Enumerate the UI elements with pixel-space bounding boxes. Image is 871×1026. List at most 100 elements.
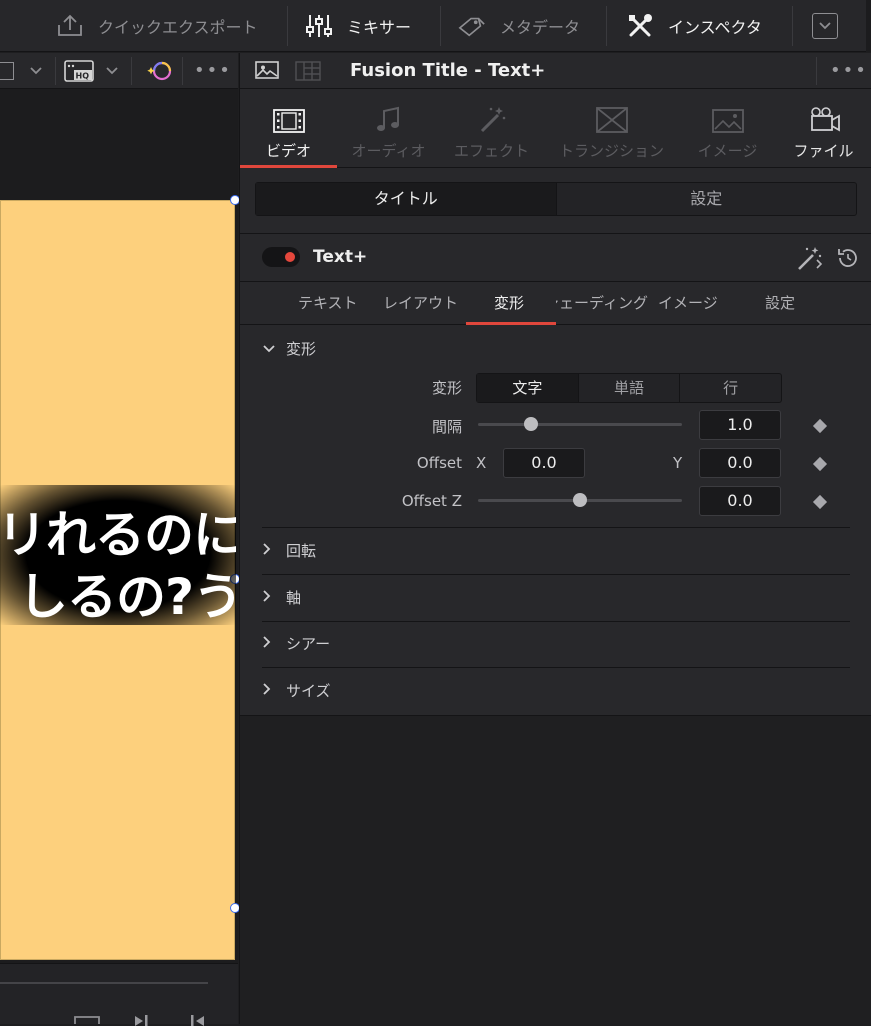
mixer-button[interactable]: ミキサー: [305, 0, 411, 52]
tab-effects[interactable]: エフェクト: [440, 90, 543, 168]
chevron-down-icon: [262, 337, 286, 361]
section-pivot[interactable]: 軸: [262, 586, 850, 610]
active-tab-indicator: [240, 165, 337, 168]
toolbar-divider: [182, 57, 183, 85]
segment-title[interactable]: タイトル: [256, 183, 556, 215]
image-icon[interactable]: [255, 60, 279, 80]
tab-file[interactable]: ファイル: [775, 90, 871, 168]
keyframe-diamond-icon[interactable]: [812, 494, 828, 510]
reset-icon[interactable]: [836, 246, 860, 270]
offset-x-field[interactable]: 0.0: [503, 448, 585, 478]
offset-y-field[interactable]: 0.0: [699, 448, 781, 478]
inspector-button[interactable]: インスペクタ: [626, 0, 762, 52]
split-view-icon[interactable]: [295, 61, 321, 81]
tab-video-label: ビデオ: [265, 142, 311, 160]
mode-line[interactable]: 行: [679, 374, 781, 402]
offset-label: Offset: [416, 454, 462, 472]
tab-audio[interactable]: オーディオ: [337, 90, 440, 168]
toolbar-divider: [606, 6, 607, 46]
transition-icon: [595, 107, 628, 133]
hq-playback-icon[interactable]: HQ: [64, 60, 96, 82]
inspector-panel: Fusion Title - Text+ ••• ビデオ オーディオ エフェクト…: [239, 53, 871, 1024]
subtab-layout[interactable]: レイアウト: [383, 282, 458, 324]
toolbar-divider: [287, 6, 288, 46]
metadata-label: メタデータ: [500, 18, 581, 37]
image-icon: [711, 109, 744, 133]
spacing-field[interactable]: 1.0: [699, 410, 781, 440]
magic-wand-icon: [480, 107, 505, 133]
subtab-text[interactable]: テキスト: [298, 282, 358, 324]
transform-mode-selector: 文字 単語 行: [476, 373, 782, 403]
mixer-icon: [305, 12, 333, 40]
quick-export-button[interactable]: クイックエクスポート: [56, 0, 258, 52]
camera-reel-icon: [810, 107, 840, 132]
viewer-options-icon[interactable]: •••: [194, 53, 232, 89]
section-shear[interactable]: シアー: [262, 632, 850, 656]
chevron-right-icon: [262, 539, 286, 563]
section-transform-label: 変形: [286, 340, 317, 358]
quick-export-label: クイックエクスポート: [98, 18, 258, 37]
export-icon: [56, 12, 84, 40]
transform-mode-label: 変形: [431, 379, 462, 397]
chevron-right-icon: [262, 586, 286, 610]
window-edge: [866, 0, 871, 52]
loop-icon[interactable]: [72, 1014, 102, 1026]
keyframe-diamond-icon[interactable]: [812, 418, 828, 434]
subtab-transform[interactable]: 変形: [494, 282, 524, 324]
subtitle-overlay: リれるのに しるの?う: [0, 485, 236, 625]
mode-word[interactable]: 単語: [577, 374, 680, 402]
tab-image[interactable]: イメージ: [680, 90, 775, 168]
offset-z-field[interactable]: 0.0: [699, 486, 781, 516]
viewer-toolbar: HQ •••: [0, 53, 238, 89]
next-frame-icon[interactable]: [132, 1014, 152, 1026]
subtab-shading[interactable]: シェーディング: [556, 282, 648, 324]
subtab-settings[interactable]: 設定: [765, 282, 795, 324]
offset-y-label: Y: [673, 454, 683, 472]
subtitle-line-2: しるの?う: [17, 568, 236, 625]
viewer-panel: HQ ••• リれるのに しるの?う: [0, 53, 240, 1026]
spacing-slider[interactable]: [478, 423, 682, 426]
chevron-down-icon[interactable]: [104, 65, 120, 77]
subtab-image[interactable]: イメージ: [658, 282, 718, 324]
tab-transition-label: トランジション: [558, 142, 664, 160]
tag-icon: [458, 12, 486, 40]
category-tabs: ビデオ オーディオ エフェクト トランジション イメージ ファイル: [240, 90, 871, 168]
offset-z-slider-thumb[interactable]: [573, 493, 587, 507]
segment-settings[interactable]: 設定: [555, 183, 857, 215]
tab-transition[interactable]: トランジション: [543, 90, 680, 168]
tab-video[interactable]: ビデオ: [240, 90, 337, 168]
node-header: Text+: [240, 233, 871, 279]
mixer-label: ミキサー: [347, 18, 412, 37]
magic-color-icon[interactable]: [146, 59, 174, 83]
section-size[interactable]: サイズ: [262, 679, 850, 703]
toolbar-divider: [131, 57, 132, 85]
keyframe-diamond-icon[interactable]: [812, 456, 828, 472]
last-frame-icon[interactable]: [188, 1014, 208, 1026]
offset-z-label: Offset Z: [401, 492, 462, 510]
scrubber-track[interactable]: [0, 982, 208, 984]
magic-wand-icon[interactable]: [795, 244, 823, 272]
section-divider: [262, 574, 850, 575]
section-size-label: サイズ: [286, 682, 331, 700]
section-rotation[interactable]: 回転: [262, 539, 850, 563]
inspector-options-icon[interactable]: •••: [830, 53, 868, 89]
node-enable-toggle[interactable]: [262, 247, 300, 267]
mode-character[interactable]: 文字: [477, 374, 578, 402]
tab-audio-label: オーディオ: [351, 142, 426, 160]
section-divider: [262, 621, 850, 622]
zoom-fit-icon[interactable]: [0, 62, 14, 80]
metadata-button[interactable]: メタデータ: [458, 0, 580, 52]
spacing-slider-thumb[interactable]: [524, 417, 539, 431]
title-settings-toggle: タイトル 設定: [255, 182, 857, 216]
inspector-title: Fusion Title - Text+: [350, 60, 546, 81]
inspector-header: Fusion Title - Text+ •••: [240, 53, 871, 89]
spacing-label: 間隔: [431, 418, 462, 436]
text-subtabs: テキスト レイアウト 変形 シェーディング イメージ 設定: [240, 281, 871, 325]
chevron-right-icon: [262, 632, 286, 656]
section-transform[interactable]: 変形: [262, 337, 850, 361]
chevron-down-icon[interactable]: [28, 65, 44, 77]
collapse-toolbar-button[interactable]: [812, 13, 838, 39]
chevron-down-icon: [819, 22, 831, 30]
film-icon: [272, 109, 305, 133]
section-pivot-label: 軸: [286, 589, 302, 607]
